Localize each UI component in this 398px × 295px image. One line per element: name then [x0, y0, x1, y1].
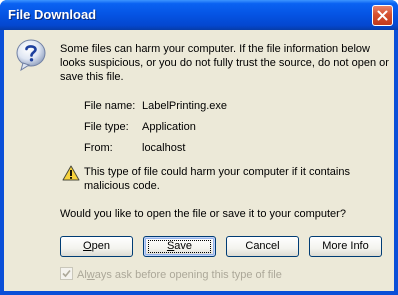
file-name-row: File name: LabelPrinting.exe: [84, 100, 227, 112]
checkbox-label-end: ays ask before opening this type of file: [94, 269, 282, 281]
open-button[interactable]: Open: [60, 236, 133, 257]
file-source-row: From: localhost: [84, 142, 185, 154]
checkbox-label-accesskey: w: [86, 269, 95, 281]
close-icon: [377, 10, 388, 21]
save-button[interactable]: Save: [143, 236, 216, 257]
focus-rectangle: [148, 240, 211, 253]
checkmark-icon: [62, 269, 71, 278]
open-button-label: pen: [91, 240, 110, 252]
title-bar[interactable]: File Download: [0, 0, 398, 30]
dialog-body: Some files can harm your computer. If th…: [4, 30, 394, 291]
cancel-button[interactable]: Cancel: [226, 236, 299, 257]
file-type-label: File type:: [84, 121, 129, 133]
file-type-row: File type: Application: [84, 121, 196, 133]
file-download-dialog: File Download Some files can harm your c…: [0, 0, 398, 295]
question-text: Would you like to open the file or save …: [60, 208, 346, 220]
warning-text: This type of file could harm your comput…: [84, 166, 350, 192]
file-name-label: File name:: [84, 100, 136, 112]
open-button-accesskey: O: [83, 240, 92, 252]
file-source-label: From:: [84, 142, 113, 154]
checkbox-label-start: Al: [77, 269, 87, 281]
close-button[interactable]: [372, 5, 393, 26]
more-info-button-label: More Info: [322, 240, 369, 252]
file-source-value: localhost: [142, 142, 186, 154]
window-title: File Download: [8, 7, 97, 22]
file-type-value: Application: [142, 121, 196, 133]
question-icon: [16, 39, 46, 72]
always-ask-checkbox[interactable]: [60, 267, 73, 280]
more-info-button[interactable]: More Info: [309, 236, 382, 257]
always-ask-checkbox-row: Always ask before opening this type of f…: [60, 267, 282, 281]
warning-message: Some files can harm your computer. If th…: [60, 43, 389, 83]
file-name-value: LabelPrinting.exe: [142, 100, 228, 112]
cancel-button-label: Cancel: [245, 240, 280, 252]
warning-icon: [62, 165, 80, 181]
